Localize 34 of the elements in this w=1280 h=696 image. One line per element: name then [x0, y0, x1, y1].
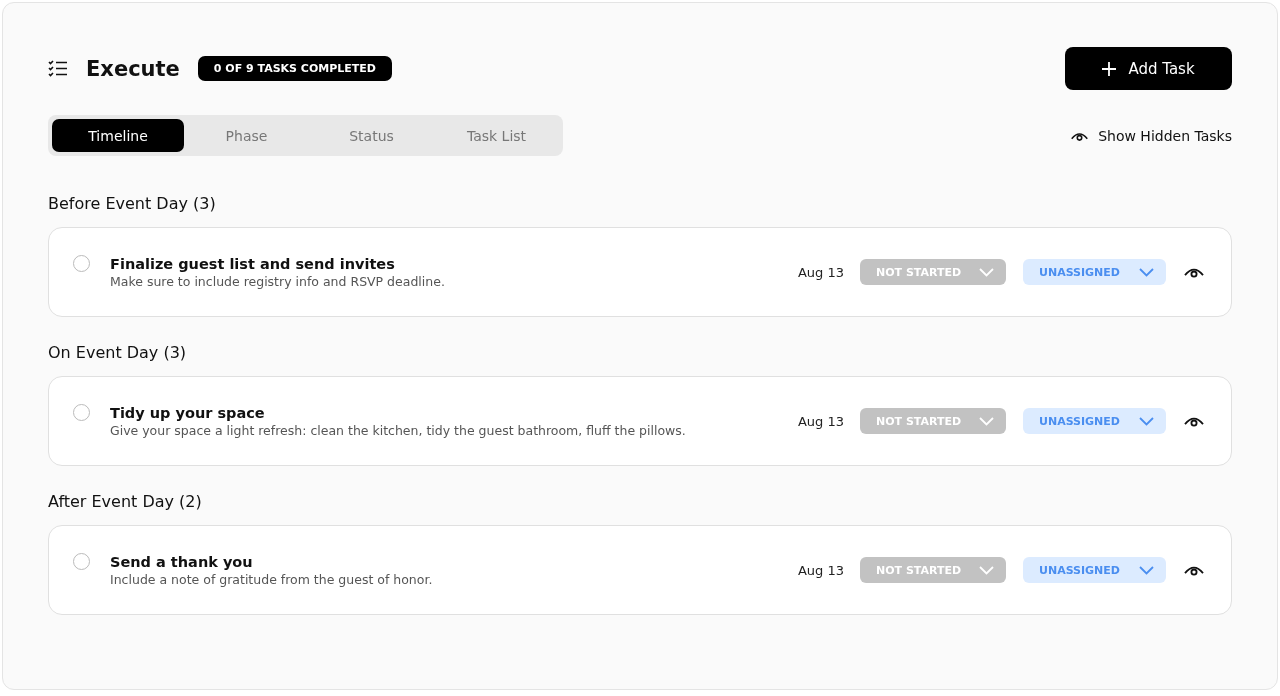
- add-task-button[interactable]: Add Task: [1065, 47, 1232, 90]
- section-heading: Before Event Day (3): [48, 193, 217, 215]
- assignee-dropdown[interactable]: UNASSIGNED: [1023, 557, 1166, 583]
- task-checkbox[interactable]: [73, 255, 90, 272]
- page-title: Execute: [86, 56, 180, 81]
- task-description: Make sure to include registry info and RSVP deadline.: [110, 273, 446, 289]
- section-heading: After Event Day (2): [48, 491, 203, 513]
- due-date: Aug 13: [797, 264, 844, 280]
- tab[interactable]: Status: [309, 119, 434, 152]
- chevron-down-icon: [979, 416, 994, 426]
- chevron-down-icon: [1139, 267, 1154, 277]
- task-title: Tidy up your space: [110, 404, 266, 421]
- assignee-dropdown[interactable]: UNASSIGNED: [1023, 259, 1166, 285]
- chevron-down-icon: [1139, 416, 1154, 426]
- task-title: Finalize guest list and send invites: [110, 255, 396, 272]
- due-date: Aug 13: [797, 562, 844, 578]
- tab[interactable]: Timeline: [52, 119, 184, 152]
- tab[interactable]: Task List: [434, 119, 559, 152]
- task-description: Include a note of gratitude from the guest of honor.: [110, 571, 434, 587]
- show-hidden-tasks-link[interactable]: Show Hidden Tasks: [1070, 127, 1232, 144]
- chevron-down-icon: [1139, 565, 1154, 575]
- progress-badge: 0 OF 9 TASKS COMPLETED: [197, 56, 392, 81]
- task-checkbox[interactable]: [73, 553, 90, 570]
- assignee-dropdown[interactable]: UNASSIGNED: [1023, 408, 1166, 434]
- task-description: Give your space a light refresh: clean the kitchen, tidy the guest bathroom, fluff the pillows.: [110, 422, 687, 438]
- due-date: Aug 13: [797, 413, 844, 429]
- checklist-icon: [48, 60, 68, 77]
- chevron-down-icon: [979, 267, 994, 277]
- section-heading: On Event Day (3): [48, 342, 188, 364]
- task-title: Send a thank you: [110, 553, 254, 570]
- plus-icon: [1102, 61, 1117, 76]
- chevron-down-icon: [979, 565, 994, 575]
- task-checkbox[interactable]: [73, 404, 90, 421]
- tab[interactable]: Phase: [184, 119, 309, 152]
